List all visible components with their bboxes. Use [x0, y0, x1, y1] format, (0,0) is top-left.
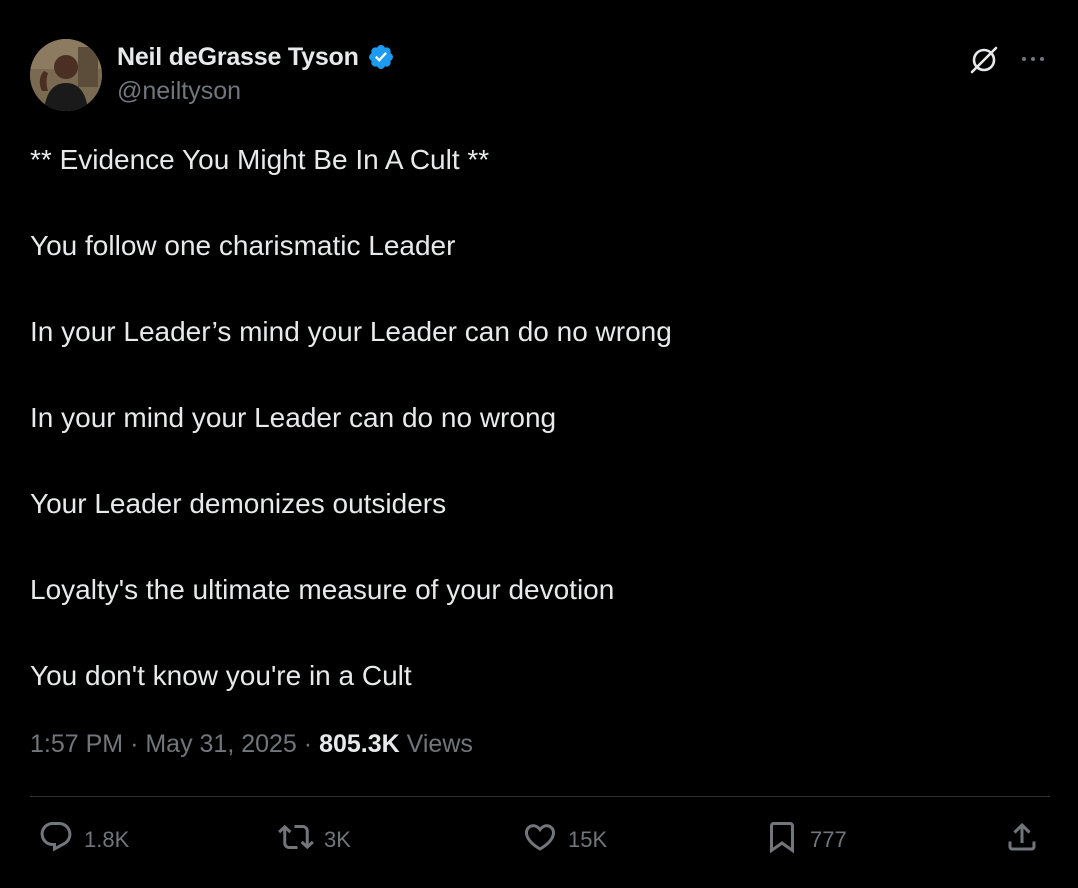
author-name[interactable]: Neil deGrasse Tyson — [117, 43, 359, 72]
avatar-image — [30, 39, 102, 111]
author-handle[interactable]: @neiltyson — [117, 77, 241, 106]
verified-badge-icon — [367, 43, 395, 71]
repost-count: 3K — [324, 827, 351, 852]
tweet-meta: 1:57 PM · May 31, 2025 · 805.3K Views — [30, 730, 473, 759]
tweet-line: In your mind your Leader can do no wrong — [30, 402, 557, 433]
like-icon — [522, 819, 558, 861]
tweet-line: In your Leader’s mind your Leader can do… — [30, 316, 672, 347]
reply-icon — [38, 819, 74, 861]
more-icon[interactable] — [1018, 44, 1048, 74]
views-label: Views — [406, 730, 473, 758]
tweet-line: You don't know you're in a Cult — [30, 660, 412, 691]
divider — [30, 796, 1050, 797]
bookmark-count: 777 — [810, 827, 847, 852]
tweet-line: Your Leader demonizes outsiders — [30, 488, 447, 519]
tweet-card: Neil deGrasse Tyson @neiltyson ** Eviden… — [0, 0, 1078, 888]
share-button[interactable] — [1004, 812, 1040, 868]
avatar[interactable] — [30, 39, 102, 111]
like-button[interactable]: 15K — [522, 812, 607, 868]
bookmark-button[interactable]: 777 — [764, 812, 847, 868]
bookmark-icon — [764, 819, 800, 861]
tweet-text: ** Evidence You Might Be In A Cult ** Yo… — [30, 138, 1040, 740]
share-icon — [1004, 819, 1040, 861]
tweet-line: Loyalty's the ultimate measure of your d… — [30, 574, 615, 605]
repost-button[interactable]: 3K — [278, 812, 351, 868]
grok-icon[interactable] — [968, 44, 1000, 76]
tweet-line: ** Evidence You Might Be In A Cult ** — [30, 144, 490, 175]
author-name-row: Neil deGrasse Tyson — [117, 40, 395, 74]
action-bar: 1.8K 3K 15K 777 — [0, 812, 1078, 868]
tweet-line: You follow one charismatic Leader — [30, 230, 456, 261]
views-count: 805.3K — [319, 730, 400, 758]
tweet-date[interactable]: May 31, 2025 — [145, 730, 297, 758]
reply-count: 1.8K — [84, 827, 130, 852]
meta-separator: · — [130, 730, 139, 758]
tweet-time[interactable]: 1:57 PM — [30, 730, 123, 758]
repost-icon — [278, 819, 314, 861]
meta-separator: · — [303, 730, 313, 758]
like-count: 15K — [568, 827, 608, 852]
reply-button[interactable]: 1.8K — [38, 812, 129, 868]
